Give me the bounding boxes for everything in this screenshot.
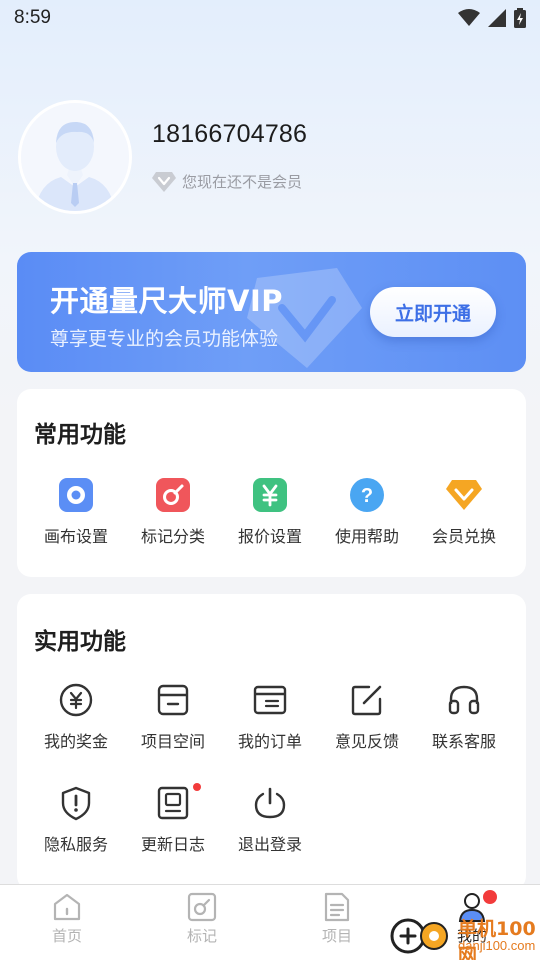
bonus-label: 我的奖金 — [43, 732, 108, 751]
phone-number: 18166704786 — [152, 120, 308, 148]
signal-icon — [488, 9, 506, 27]
privacy-shield-icon — [61, 786, 91, 821]
open-vip-button[interactable]: 立即开通 — [370, 287, 496, 337]
project-space-item[interactable]: 项目空间 — [124, 680, 222, 752]
status-time: 8:59 — [14, 7, 51, 28]
privacy-item[interactable]: 隐私服务 — [27, 783, 125, 855]
privacy-label: 隐私服务 — [43, 835, 108, 854]
bonus-item[interactable]: 我的奖金 — [27, 680, 125, 752]
help-icon: ? — [350, 478, 384, 512]
canvas-settings-item[interactable]: 画布设置 — [27, 475, 125, 547]
member-redeem-label: 会员兑换 — [431, 527, 496, 546]
quote-settings-label: 报价设置 — [237, 527, 302, 546]
profile-header: 18166704786 您现在还不是会员 — [18, 100, 522, 218]
tab-home[interactable]: 首页 — [22, 891, 112, 946]
member-status-text: 您现在还不是会员 — [182, 172, 303, 191]
diamond-icon — [152, 172, 176, 192]
vip-banner[interactable]: 开通量尺大师VIP 尊享更专业的会员功能体验 立即开通 — [17, 252, 526, 372]
help-item[interactable]: ? 使用帮助 — [318, 475, 416, 547]
canvas-settings-icon — [59, 478, 93, 512]
tab-home-label: 首页 — [51, 927, 82, 945]
avatar[interactable] — [18, 100, 132, 214]
status-bar: 8:59 — [0, 0, 540, 36]
headset-icon — [448, 685, 480, 715]
update-log-label: 更新日志 — [140, 835, 205, 854]
orders-item[interactable]: 我的订单 — [221, 680, 319, 752]
feedback-icon — [351, 685, 382, 716]
mark-category-label: 标记分类 — [140, 527, 205, 546]
update-log-badge — [193, 783, 201, 791]
bonus-icon — [59, 683, 93, 717]
watermark-text: 单机100网 — [458, 918, 536, 960]
svg-text:?: ? — [361, 485, 373, 507]
power-icon — [254, 787, 286, 819]
vip-subtitle: 尊享更专业的会员功能体验 — [50, 328, 279, 350]
practical-functions-card: 实用功能 我的奖金 项目空间 我的订单 意见反馈 联系客服 隐私服务 更新日志 … — [17, 594, 526, 890]
feedback-label: 意见反馈 — [334, 732, 399, 751]
status-icons — [458, 8, 526, 28]
watermark: 单机100网 danji100.com — [388, 912, 538, 960]
watermark-url: danji100.com — [458, 938, 536, 953]
member-redeem-item[interactable]: 会员兑换 — [415, 475, 513, 547]
quote-settings-icon — [253, 478, 287, 512]
orders-label: 我的订单 — [237, 732, 302, 751]
tab-mark-label: 标记 — [186, 927, 217, 945]
watermark-logo-icon — [390, 918, 448, 954]
project-icon — [324, 892, 350, 922]
quote-settings-item[interactable]: 报价设置 — [221, 475, 319, 547]
member-status: 您现在还不是会员 — [152, 170, 302, 192]
canvas-settings-label: 画布设置 — [43, 527, 108, 546]
default-avatar-icon — [21, 103, 129, 211]
help-label: 使用帮助 — [334, 527, 399, 546]
member-redeem-icon — [446, 480, 482, 510]
update-log-item[interactable]: 更新日志 — [124, 783, 222, 855]
wifi-icon — [458, 9, 480, 26]
project-space-label: 项目空间 — [140, 732, 205, 751]
home-icon — [53, 893, 81, 921]
tab-project-label: 项目 — [321, 927, 352, 945]
common-functions-card: 常用功能 画布设置 标记分类 报价设置 ? 使用帮助 会员兑换 — [17, 389, 526, 577]
logout-label: 退出登录 — [237, 835, 302, 854]
mark-category-item[interactable]: 标记分类 — [124, 475, 222, 547]
common-functions-title: 常用功能 — [34, 422, 126, 448]
update-log-icon — [157, 786, 189, 820]
tab-project[interactable]: 项目 — [292, 891, 382, 946]
mark-category-icon — [156, 478, 190, 512]
project-space-icon — [157, 684, 189, 716]
logout-item[interactable]: 退出登录 — [221, 783, 319, 855]
feedback-item[interactable]: 意见反馈 — [318, 680, 416, 752]
orders-icon — [253, 685, 287, 715]
tab-mine-badge — [483, 890, 497, 904]
tab-mark[interactable]: 标记 — [157, 891, 247, 946]
battery-icon — [514, 8, 526, 28]
vip-title: 开通量尺大师VIP — [50, 284, 283, 318]
customer-service-item[interactable]: 联系客服 — [415, 680, 513, 752]
customer-service-label: 联系客服 — [431, 732, 496, 751]
practical-functions-title: 实用功能 — [34, 629, 126, 655]
mark-icon — [187, 892, 217, 922]
